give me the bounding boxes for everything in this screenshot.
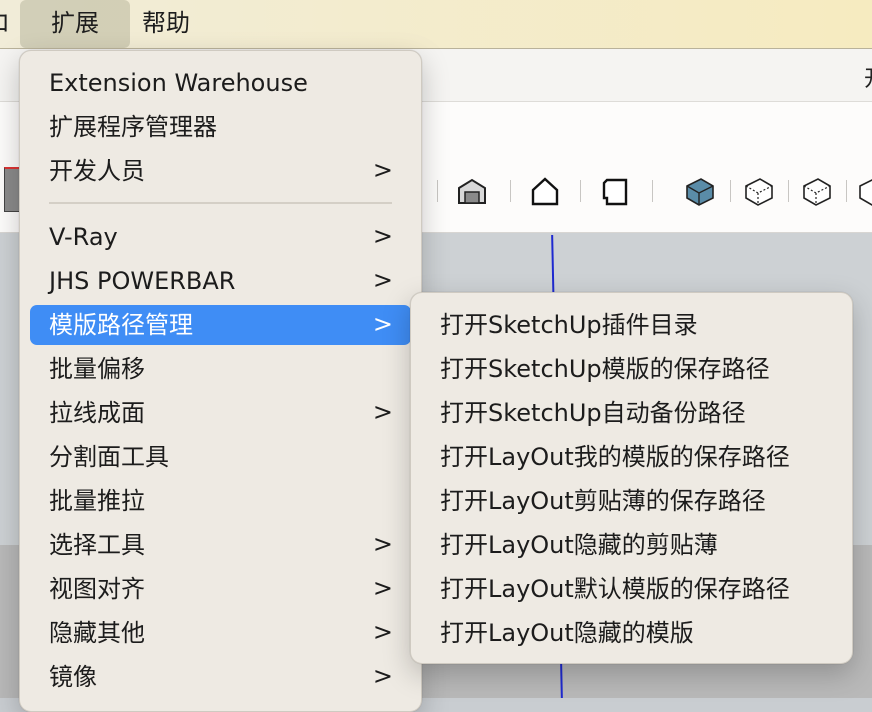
- menu-item-selection-tools[interactable]: 选择工具 >: [30, 525, 411, 565]
- menu-item-label: 选择工具: [49, 531, 145, 559]
- submenu-item-open-autosave-path[interactable]: 打开SketchUp自动备份路径: [421, 393, 842, 433]
- home-view-icon[interactable]: [528, 174, 562, 208]
- chevron-right-icon: >: [372, 574, 393, 602]
- menu-item-label: 扩展程序管理器: [49, 113, 217, 141]
- menu-item-label: 隐藏其他: [49, 619, 145, 647]
- menu-item-label: JHS POWERBAR: [49, 267, 236, 295]
- front-view-icon[interactable]: [598, 174, 632, 208]
- chevron-right-icon: >: [372, 530, 393, 558]
- toolbar-separator: [510, 180, 511, 202]
- menu-item-label: 开发人员: [49, 157, 145, 185]
- toolbar-separator: [846, 180, 847, 202]
- chevron-right-icon: >: [372, 156, 393, 184]
- submenu-item-open-plugins-dir[interactable]: 打开SketchUp插件目录: [421, 305, 842, 345]
- menu-item-developer[interactable]: 开发人员 >: [30, 151, 411, 191]
- chevron-right-icon: >: [372, 398, 393, 426]
- menu-item-hide-others[interactable]: 隐藏其他 >: [30, 613, 411, 653]
- top-view-icon[interactable]: [742, 174, 776, 208]
- menu-item-view-align[interactable]: 视图对齐 >: [30, 569, 411, 609]
- menubar-item-partial[interactable]: ロ: [0, 0, 10, 48]
- toolbar-separator: [788, 180, 789, 202]
- menu-item-label: 批量推拉: [49, 487, 145, 515]
- menu-item-batch-offset[interactable]: 批量偏移: [30, 349, 411, 389]
- submenu-item-open-layout-hidden-scrapbook[interactable]: 打开LayOut隐藏的剪贴薄: [421, 525, 842, 565]
- menu-item-label: 模版路径管理: [49, 311, 193, 339]
- menu-separator: [49, 202, 392, 204]
- toolbar-separator: [437, 180, 438, 202]
- chevron-right-icon: >: [372, 662, 393, 690]
- chevron-right-icon: >: [372, 222, 393, 250]
- extensions-menu: Extension Warehouse 扩展程序管理器 开发人员 > V-Ray…: [19, 50, 422, 712]
- submenu-item-open-layout-my-template-path[interactable]: 打开LayOut我的模版的保存路径: [421, 437, 842, 477]
- back-view-icon[interactable]: [856, 174, 872, 208]
- right-view-icon[interactable]: [800, 174, 834, 208]
- toolbar-separator: [730, 180, 731, 202]
- menubar-item-extensions[interactable]: 扩展: [20, 0, 130, 48]
- submenu-item-open-layout-hidden-templates[interactable]: 打开LayOut隐藏的模版: [421, 613, 842, 653]
- menu-item-label: 分割面工具: [49, 443, 169, 471]
- menu-item-label: 视图对齐: [49, 575, 145, 603]
- window-title: 开: [864, 61, 872, 93]
- menu-bar: ロ 扩展 帮助: [0, 0, 872, 49]
- menubar-item-help[interactable]: 帮助: [142, 0, 190, 48]
- menu-item-split-face-tool[interactable]: 分割面工具: [30, 437, 411, 477]
- menu-item-vray[interactable]: V-Ray >: [30, 217, 411, 257]
- toolbar-separator: [580, 180, 581, 202]
- submenu-item-open-sketchup-template-path[interactable]: 打开SketchUp模版的保存路径: [421, 349, 842, 389]
- toolbar-separator: [652, 180, 653, 202]
- menu-item-extension-warehouse[interactable]: Extension Warehouse: [30, 63, 411, 103]
- menu-item-lines-to-faces[interactable]: 拉线成面 >: [30, 393, 411, 433]
- template-path-submenu: 打开SketchUp插件目录 打开SketchUp模版的保存路径 打开Sketc…: [410, 292, 853, 664]
- menu-item-jhs-powerbar[interactable]: JHS POWERBAR >: [30, 261, 411, 301]
- submenu-item-open-layout-scrapbook-path[interactable]: 打开LayOut剪贴薄的保存路径: [421, 481, 842, 521]
- menu-item-label: V-Ray: [49, 223, 118, 251]
- menu-item-mirror[interactable]: 镜像 >: [30, 657, 411, 697]
- menu-item-label: 批量偏移: [49, 355, 145, 383]
- submenu-item-open-layout-default-template-path[interactable]: 打开LayOut默认模版的保存路径: [421, 569, 842, 609]
- chevron-right-icon: >: [372, 266, 393, 294]
- iso-view-icon[interactable]: [683, 174, 717, 208]
- menu-item-extension-manager[interactable]: 扩展程序管理器: [30, 107, 411, 147]
- chevron-right-icon: >: [372, 310, 393, 338]
- menu-item-label: 镜像: [49, 663, 97, 691]
- menu-item-batch-pushpull[interactable]: 批量推拉: [30, 481, 411, 521]
- warehouse-icon[interactable]: [455, 174, 489, 208]
- menu-item-label: Extension Warehouse: [49, 69, 308, 97]
- chevron-right-icon: >: [372, 618, 393, 646]
- menu-item-template-path[interactable]: 模版路径管理 >: [30, 305, 411, 345]
- menu-item-label: 拉线成面: [49, 399, 145, 427]
